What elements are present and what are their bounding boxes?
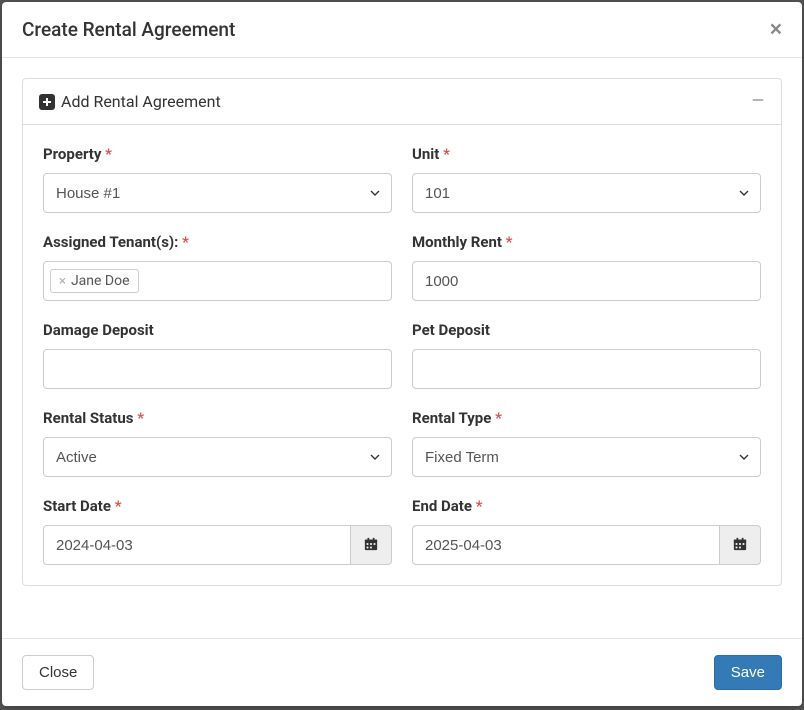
unit-label: Unit *	[412, 145, 761, 163]
monthly-rent-label: Monthly Rent *	[412, 233, 761, 251]
panel-header: Add Rental Agreement	[23, 79, 781, 125]
tag-remove-icon[interactable]: ×	[59, 275, 66, 288]
panel: Add Rental Agreement Property * House #1	[22, 78, 782, 586]
pet-deposit-label: Pet Deposit	[412, 321, 761, 339]
tenants-input[interactable]: × Jane Doe	[43, 261, 392, 301]
modal-dialog: Create Rental Agreement × Add Rental Agr…	[2, 2, 802, 706]
calendar-icon	[733, 536, 747, 555]
monthly-rent-input[interactable]	[412, 261, 761, 301]
rental-status-label: Rental Status *	[43, 409, 392, 427]
collapse-icon[interactable]	[751, 91, 765, 112]
rental-status-select[interactable]: Active	[43, 437, 392, 477]
property-label: Property *	[43, 145, 392, 163]
end-date-input[interactable]	[412, 525, 719, 565]
pet-deposit-input[interactable]	[412, 349, 761, 389]
rental-type-select[interactable]: Fixed Term	[412, 437, 761, 477]
modal-title: Create Rental Agreement	[22, 18, 235, 41]
start-date-input[interactable]	[43, 525, 350, 565]
calendar-icon	[364, 536, 378, 555]
save-button[interactable]: Save	[714, 655, 782, 690]
damage-deposit-input[interactable]	[43, 349, 392, 389]
panel-title-text: Add Rental Agreement	[61, 92, 221, 111]
damage-deposit-label: Damage Deposit	[43, 321, 392, 339]
modal-body: Add Rental Agreement Property * House #1	[2, 58, 802, 638]
start-date-picker-button[interactable]	[350, 525, 392, 565]
panel-body: Property * House #1 Unit * 101	[23, 125, 781, 585]
modal-footer: Close Save	[2, 638, 802, 706]
plus-square-icon	[39, 94, 55, 110]
end-date-picker-button[interactable]	[719, 525, 761, 565]
tenants-label: Assigned Tenant(s): *	[43, 233, 392, 251]
tenant-tag: × Jane Doe	[50, 269, 139, 293]
end-date-label: End Date *	[412, 497, 761, 515]
start-date-label: Start Date *	[43, 497, 392, 515]
rental-type-label: Rental Type *	[412, 409, 761, 427]
unit-select[interactable]: 101	[412, 173, 761, 213]
tenant-tag-label: Jane Doe	[71, 273, 130, 289]
close-button[interactable]: Close	[22, 655, 94, 690]
modal-header: Create Rental Agreement ×	[2, 2, 802, 58]
panel-header-title: Add Rental Agreement	[39, 92, 221, 111]
property-select[interactable]: House #1	[43, 173, 392, 213]
close-icon[interactable]: ×	[770, 19, 782, 40]
